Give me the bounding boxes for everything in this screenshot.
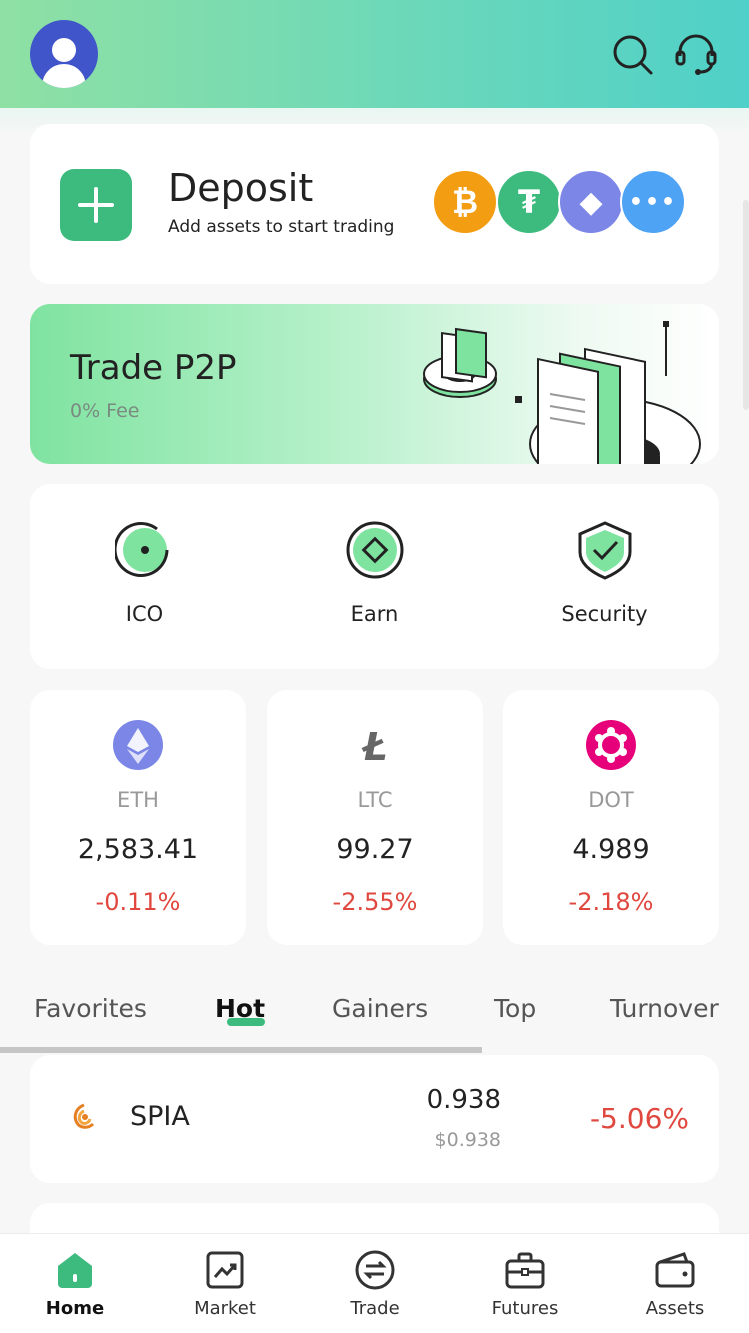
p2p-banner[interactable]: Trade P2P 0% Fee [30,304,719,464]
nav-trade[interactable]: Trade [300,1234,450,1333]
bottom-nav: Home Market Trade Futures Assets [0,1233,749,1333]
ticker-symbol: DOT [588,788,634,812]
nav-label: Assets [645,1298,705,1319]
nav-label: Market [194,1298,256,1319]
plus-icon [60,169,132,241]
ticker-price: 2,583.41 [77,834,199,865]
quick-action-ico[interactable]: ICO [30,484,259,669]
tabs-scroll-indicator [0,1047,482,1053]
quick-actions-card: ICO Earn Security [30,484,719,669]
ticker-symbol: LTC [357,788,393,812]
nav-home[interactable]: Home [0,1234,150,1333]
p2p-title: Trade P2P [70,348,237,388]
ethereum-icon: ◆ [558,169,624,235]
quick-action-label: Security [561,602,648,626]
p2p-subtitle: 0% Fee [70,400,140,422]
avatar-body [42,64,86,88]
ticker-price: 4.989 [572,834,650,865]
ticker-card-ltc[interactable]: Ł LTC 99.27 -2.55% [267,690,483,945]
nav-assets[interactable]: Assets [600,1234,749,1333]
swap-icon [355,1250,395,1290]
ico-icon [114,522,168,577]
tab-favorites[interactable]: Favorites [34,994,147,1023]
shield-check-icon [578,521,631,580]
nav-market[interactable]: Market [150,1234,300,1333]
market-tabs: Favorites Hot Gainers Top Turnover [0,990,749,1056]
coin-name: SPIA [130,1101,190,1132]
deposit-title: Deposit [168,166,314,210]
user-avatar-icon[interactable] [30,20,98,88]
tab-turnover[interactable]: Turnover [610,994,719,1023]
spia-coin-icon [73,1103,95,1129]
deposit-card[interactable]: Deposit Add assets to start trading ₿ ₮ … [30,124,719,284]
tab-gainers[interactable]: Gainers [332,994,428,1023]
top-header [0,0,749,108]
svg-text:Ł: Ł [361,725,387,769]
more-icon: ••• [620,169,686,235]
tab-hot[interactable]: Hot [215,994,265,1023]
nav-futures[interactable]: Futures [450,1234,600,1333]
ticker-card-eth[interactable]: ETH 2,583.41 -0.11% [30,690,246,945]
ticker-change: -2.18% [568,888,654,916]
home-icon [58,1253,92,1288]
nav-label: Futures [491,1298,559,1319]
ticker-change: -2.55% [332,888,418,916]
ethereum-icon [113,720,163,770]
ticker-card-dot[interactable]: DOT 4.989 -2.18% [503,690,719,945]
litecoin-icon: Ł [361,725,387,769]
headset-icon[interactable] [674,32,718,76]
chart-icon [206,1251,244,1289]
ticker-change: -0.11% [95,888,181,916]
avatar-head [52,38,76,62]
briefcase-icon [505,1252,545,1289]
deposit-subtitle: Add assets to start trading [168,217,395,237]
coin-usd-price: $0.938 [434,1129,501,1151]
nav-label: Home [45,1298,105,1319]
quick-action-label: ICO [125,602,164,626]
earn-icon [346,521,403,579]
tab-top[interactable]: Top [494,994,536,1023]
polkadot-icon [586,720,636,770]
page-scrollbar[interactable] [743,200,749,410]
ticker-price: 99.27 [336,834,414,865]
ticker-symbol: ETH [117,788,159,812]
table-row[interactable]: SPIA 0.938 $0.938 -5.06% [30,1055,719,1183]
quick-action-security[interactable]: Security [490,484,719,669]
coin-price: 0.938 [426,1085,501,1115]
tether-icon: ₮ [496,169,562,235]
wallet-icon [655,1252,695,1288]
coin-change: -5.06% [589,1102,689,1135]
bitcoin-icon: ₿ [432,169,498,235]
search-icon[interactable] [610,32,654,76]
p2p-illustration [423,321,701,464]
nav-label: Trade [350,1298,400,1319]
quick-action-earn[interactable]: Earn [260,484,489,669]
quick-action-label: Earn [350,602,399,626]
